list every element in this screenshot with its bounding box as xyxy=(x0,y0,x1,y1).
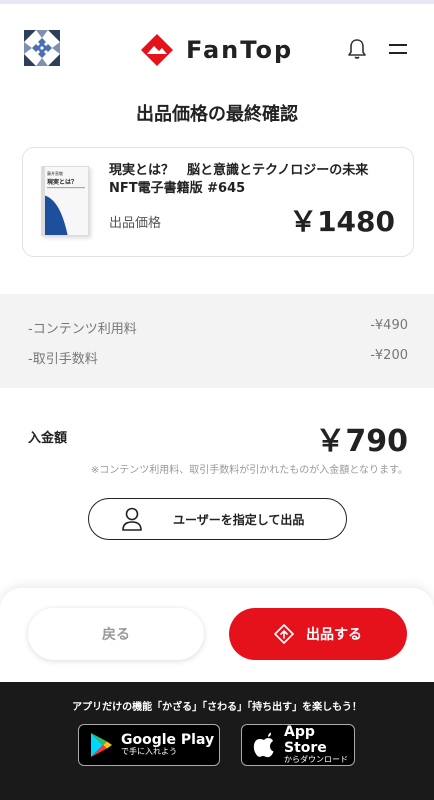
fee-label: -取引手数料 xyxy=(28,352,98,367)
apple-icon xyxy=(253,732,274,758)
pattern-avatar-icon[interactable] xyxy=(24,30,60,66)
app-promo-footer: アプリだけの機能「かざる」「さわる」「持ち出す」を楽しもう！ Google Pl… xyxy=(0,682,434,800)
app-store-label: App Store xyxy=(284,724,327,756)
book-cover-image: 藤井直敬 現実とは？ xyxy=(41,166,89,236)
menu-icon[interactable] xyxy=(389,42,407,56)
page-title: 出品価格の最終確認 xyxy=(136,104,298,125)
specify-user-button[interactable]: ユーザーを指定して出品 xyxy=(88,498,347,540)
fee-row-content: -コンテンツ利用料 -¥490 xyxy=(28,318,408,337)
bell-icon[interactable] xyxy=(346,38,368,60)
google-play-sublabel: で手に入れよう xyxy=(121,747,177,757)
net-amount-value: ￥790 xyxy=(315,424,408,459)
fantop-logo-icon xyxy=(141,34,173,66)
google-play-button[interactable]: Google Play で手に入れよう xyxy=(78,724,220,766)
product-name: 現実とは？ 脳と意識とテクノロジーの未来 NFT電子書籍版 #645 xyxy=(109,163,369,196)
cover-title: 現実とは？ xyxy=(47,178,77,186)
google-play-icon xyxy=(91,733,112,757)
fee-row-transaction: -取引手数料 -¥200 xyxy=(28,348,408,367)
list-button[interactable]: 出品する xyxy=(229,608,407,660)
price-value: ￥1480 xyxy=(289,205,395,238)
fee-breakdown: -コンテンツ利用料 -¥490 -取引手数料 -¥200 xyxy=(0,294,434,388)
specify-user-label: ユーザーを指定して出品 xyxy=(173,512,305,527)
net-amount-note: ※コンテンツ利用料、取引手数料が引かれたものが入金額となります。 xyxy=(90,465,408,476)
fee-value: -¥200 xyxy=(370,348,408,363)
product-card: 藤井直敬 現実とは？ 現実とは？ 脳と意識とテクノロジーの未来 NFT電子書籍版… xyxy=(22,147,414,257)
app-header: FanTop xyxy=(0,4,434,88)
list-button-label: 出品する xyxy=(306,627,362,643)
fee-label: -コンテンツ利用料 xyxy=(28,322,137,337)
google-play-label: Google Play xyxy=(121,731,215,748)
back-button[interactable]: 戻る xyxy=(28,608,204,660)
person-icon xyxy=(122,507,142,531)
cover-author: 藤井直敬 xyxy=(47,170,63,176)
net-amount-label: 入金額 xyxy=(28,431,68,446)
logo-text: FanTop xyxy=(186,36,294,64)
upload-arrow-icon xyxy=(274,624,294,644)
fee-value: -¥490 xyxy=(370,318,408,333)
fantop-logo[interactable]: FanTop xyxy=(140,28,293,72)
app-store-sublabel: からダウンロード xyxy=(284,754,348,764)
price-label: 出品価格 xyxy=(109,216,162,231)
promo-text: アプリだけの機能「かざる」「さわる」「持ち出す」を楽しもう！ xyxy=(72,702,362,713)
app-store-button[interactable]: App Store からダウンロード xyxy=(241,724,355,766)
